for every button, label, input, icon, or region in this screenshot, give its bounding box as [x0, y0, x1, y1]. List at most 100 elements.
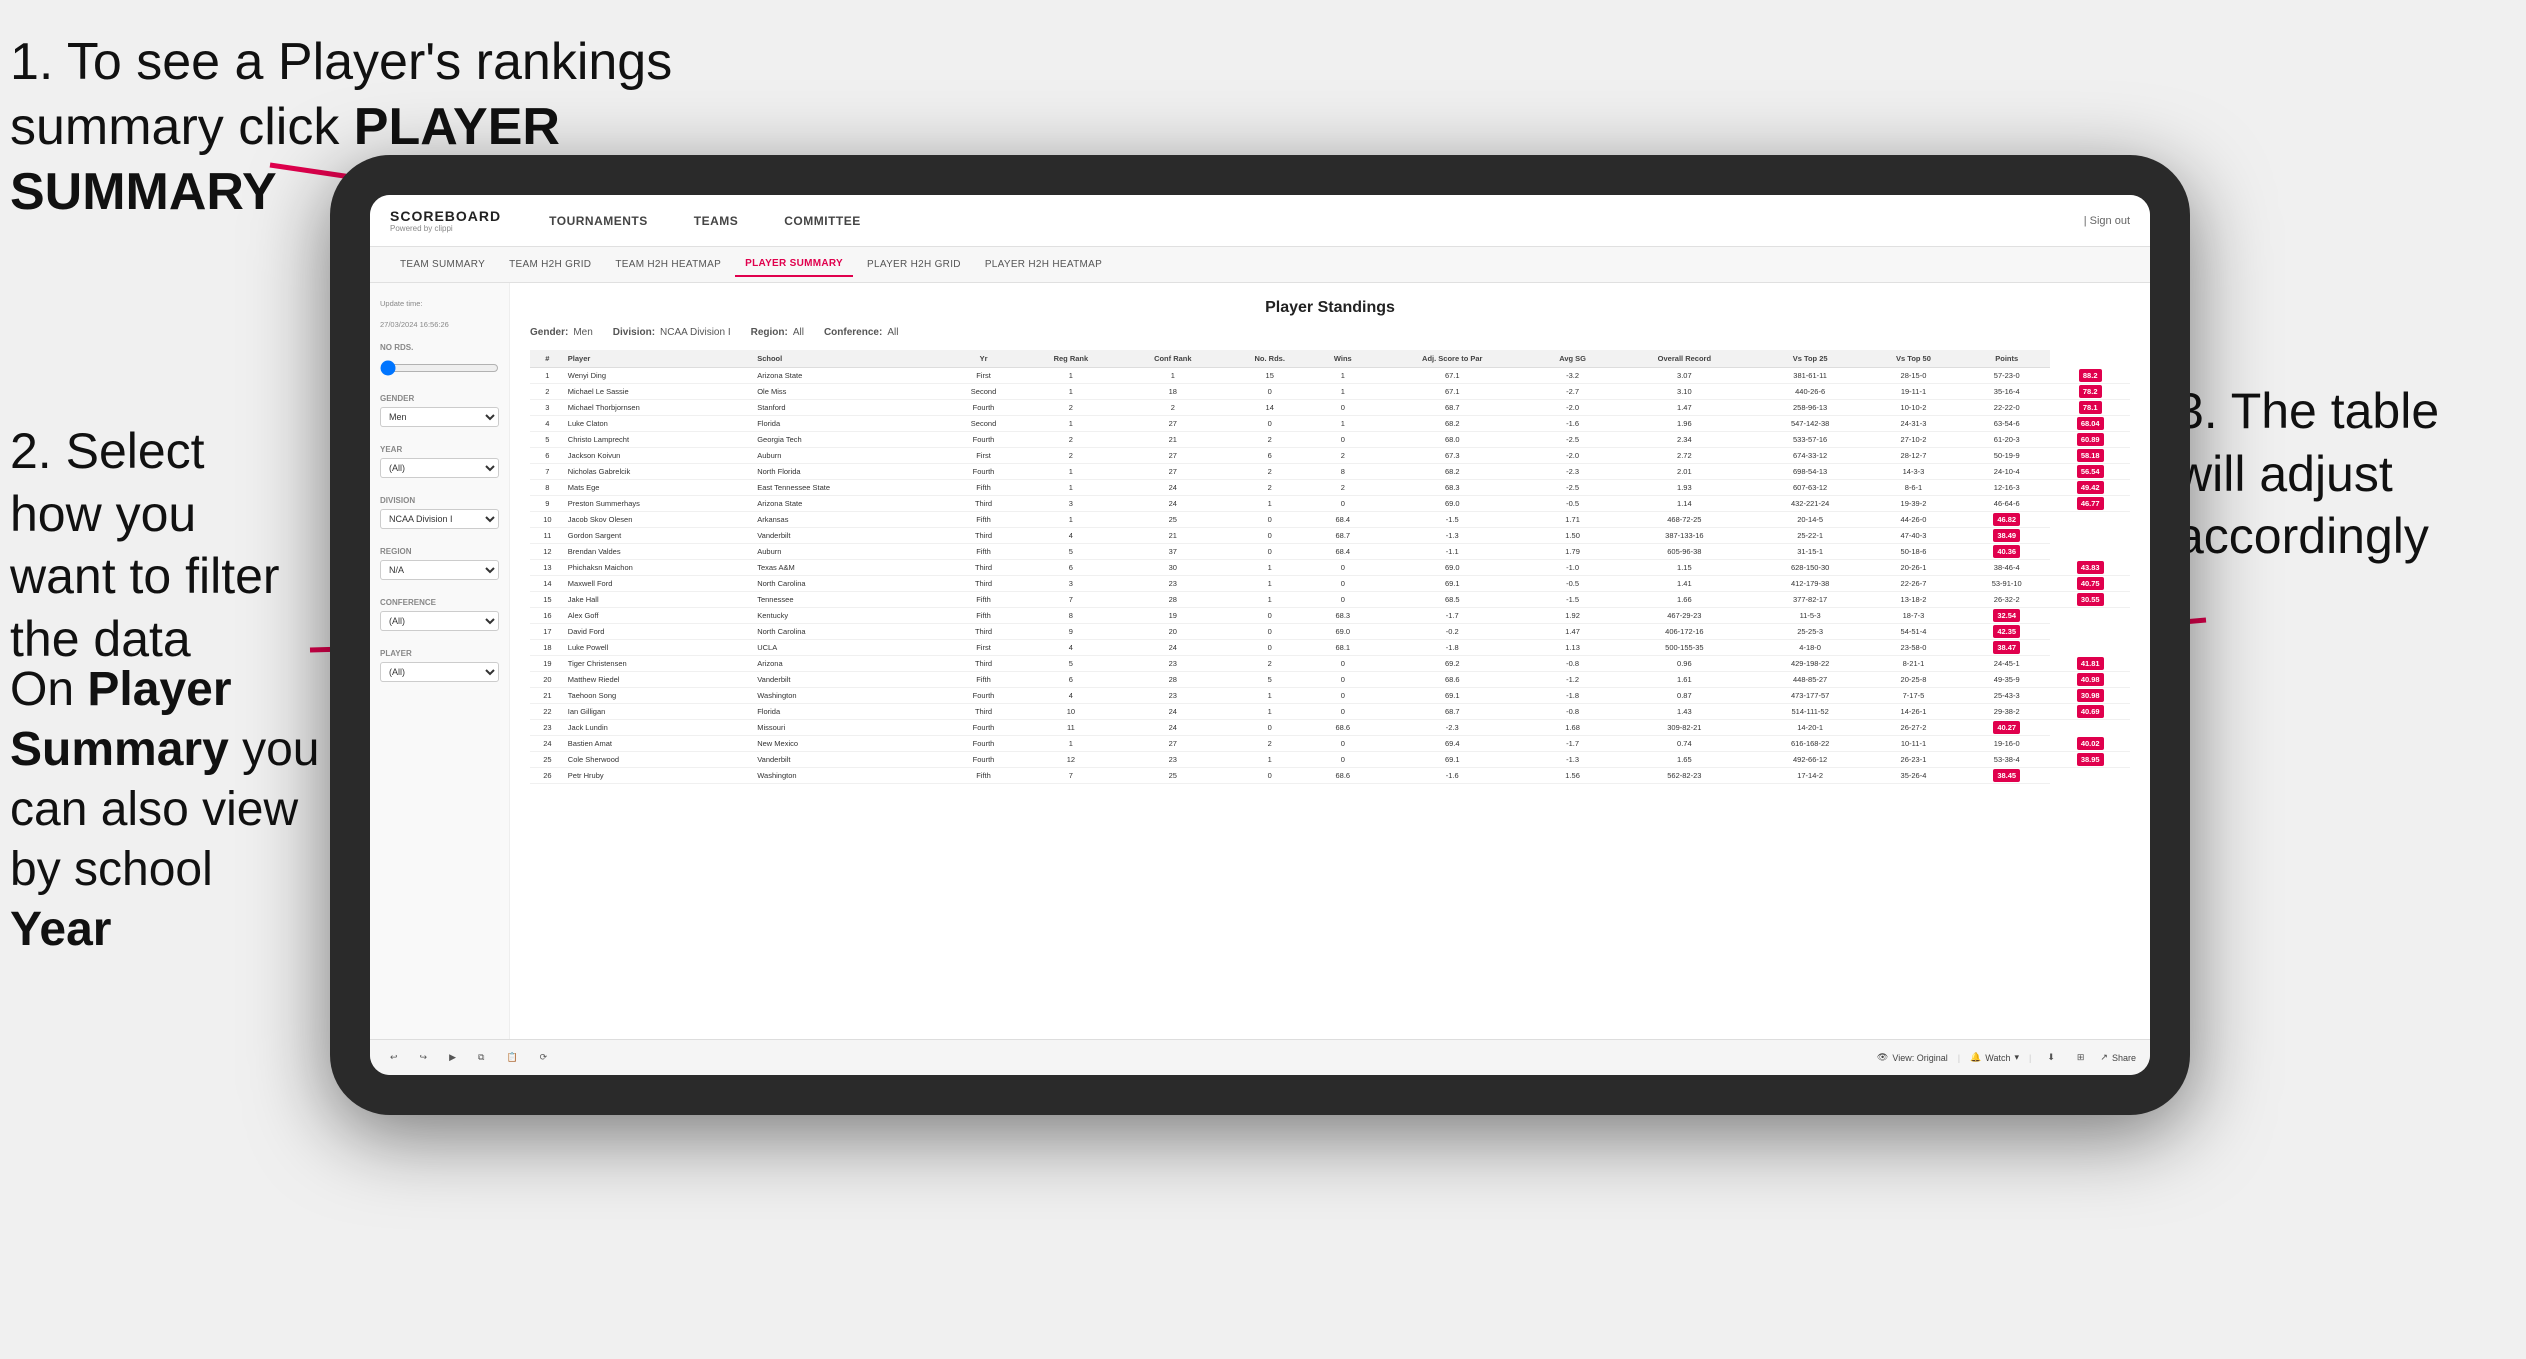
table-cell: 26-23-1	[1864, 752, 1963, 768]
toolbar-refresh[interactable]: ⟳	[534, 1049, 554, 1066]
table-cell: 35-26-4	[1864, 768, 1963, 784]
table-cell: Ole Miss	[754, 384, 945, 400]
table-cell: 309-82-21	[1612, 720, 1756, 736]
nav-teams[interactable]: TEAMS	[686, 210, 747, 232]
table-cell: Third	[945, 496, 1021, 512]
toolbar-redo[interactable]: ↪	[414, 1049, 434, 1066]
table-cell: New Mexico	[754, 736, 945, 752]
toolbar-share[interactable]: ↗ Share	[2100, 1052, 2136, 1063]
toolbar-copy[interactable]: ⧉	[472, 1049, 490, 1066]
table-cell: 43.83	[2050, 560, 2130, 576]
table-cell: 4	[1022, 688, 1120, 704]
table-cell: 440-26-6	[1756, 384, 1864, 400]
table-cell: -1.1	[1372, 544, 1533, 560]
table-cell: 23	[1120, 752, 1225, 768]
table-cell: -3.2	[1533, 368, 1613, 384]
col-overall: Overall Record	[1612, 350, 1756, 368]
toolbar-download[interactable]: ⬇	[2041, 1049, 2061, 1066]
table-cell: 11	[530, 528, 565, 544]
table-cell: 18	[1120, 384, 1225, 400]
filter-division: Division: NCAA Division I	[613, 327, 731, 338]
table-cell: 0	[1226, 512, 1314, 528]
table-cell: 1	[1120, 368, 1225, 384]
toolbar-undo[interactable]: ↩	[384, 1049, 404, 1066]
watch-label: Watch	[1985, 1053, 2010, 1063]
table-cell: 44-26-0	[1864, 512, 1963, 528]
no-rds-slider[interactable]	[380, 360, 499, 376]
table-cell: Maxwell Ford	[565, 576, 754, 592]
toolbar-watch[interactable]: 🔔 Watch ▾	[1970, 1052, 2019, 1063]
table-cell: 0	[1314, 752, 1372, 768]
table-cell: 67.3	[1372, 448, 1533, 464]
col-reg-rank: Reg Rank	[1022, 350, 1120, 368]
table-cell: 1	[1022, 736, 1120, 752]
table-cell: 2	[1022, 432, 1120, 448]
table-cell: Washington	[754, 768, 945, 784]
nav-committee[interactable]: COMMITTEE	[776, 210, 869, 232]
table-cell: 63-54-6	[1963, 416, 2050, 432]
table-cell: 2	[1022, 400, 1120, 416]
table-cell: 0	[1226, 640, 1314, 656]
table-cell: 1	[1314, 384, 1372, 400]
col-player: Player	[565, 350, 754, 368]
gender-select[interactable]: Men	[380, 407, 499, 427]
table-row: 22Ian GilliganFloridaThird10241068.7-0.8…	[530, 704, 2130, 720]
sub-nav-team-h2h-heatmap[interactable]: TEAM H2H HEATMAP	[605, 253, 731, 276]
region-select[interactable]: N/A	[380, 560, 499, 580]
conference-select[interactable]: (All)	[380, 611, 499, 631]
table-cell: 29-38-2	[1963, 704, 2050, 720]
table-cell: 674-33-12	[1756, 448, 1864, 464]
table-cell: 4	[1022, 528, 1120, 544]
table-cell: 23-58-0	[1864, 640, 1963, 656]
year-label: Year	[380, 445, 499, 454]
table-cell: Fourth	[945, 464, 1021, 480]
table-cell: 1.65	[1612, 752, 1756, 768]
toolbar-grid[interactable]: ⊞	[2071, 1049, 2091, 1066]
sub-nav-team-h2h-grid[interactable]: TEAM H2H GRID	[499, 253, 601, 276]
sign-in-link[interactable]: | Sign out	[2084, 215, 2130, 227]
table-cell: 3.10	[1612, 384, 1756, 400]
filter-row: Gender: Men Division: NCAA Division I Re…	[530, 327, 2130, 338]
filter-conference: Conference: All	[824, 327, 898, 338]
table-cell: 0.74	[1612, 736, 1756, 752]
top-nav: SCOREBOARD Powered by clippi TOURNAMENTS…	[370, 195, 2150, 247]
table-cell: 0.87	[1612, 688, 1756, 704]
table-cell: -1.3	[1533, 752, 1613, 768]
table-cell: 26-32-2	[1963, 592, 2050, 608]
year-select[interactable]: (All)	[380, 458, 499, 478]
table-cell: 1	[1226, 704, 1314, 720]
table-cell: 68.2	[1372, 464, 1533, 480]
division-select[interactable]: NCAA Division I	[380, 509, 499, 529]
table-cell: 2.34	[1612, 432, 1756, 448]
table-cell: 10-11-1	[1864, 736, 1963, 752]
table-row: 3Michael ThorbjornsenStanfordFourth22140…	[530, 400, 2130, 416]
table-cell: 5	[530, 432, 565, 448]
nav-tournaments[interactable]: TOURNAMENTS	[541, 210, 656, 232]
sub-nav-team-summary[interactable]: TEAM SUMMARY	[390, 253, 495, 276]
table-cell: 605-96-38	[1612, 544, 1756, 560]
table-cell: 1	[1022, 368, 1120, 384]
table-cell: -1.6	[1533, 416, 1613, 432]
toolbar-paste[interactable]: 📋	[500, 1049, 523, 1066]
update-time-label: Update time:	[380, 299, 499, 308]
sub-nav-player-h2h-heatmap[interactable]: PLAYER H2H HEATMAP	[975, 253, 1112, 276]
sidebar-update-section: Update time: 27/03/2024 16:56:26	[380, 299, 499, 329]
sub-nav-player-h2h-grid[interactable]: PLAYER H2H GRID	[857, 253, 971, 276]
table-cell: 24-10-4	[1963, 464, 2050, 480]
step4-text-pre: On	[10, 663, 87, 716]
table-cell: 46.77	[2050, 496, 2130, 512]
sub-nav-player-summary[interactable]: PLAYER SUMMARY	[735, 252, 853, 277]
table-cell: 22-26-7	[1864, 576, 1963, 592]
table-cell: Nicholas Gabrelcik	[565, 464, 754, 480]
table-cell: 1.71	[1533, 512, 1613, 528]
table-cell: 68.4	[1314, 544, 1372, 560]
table-cell: 14	[1226, 400, 1314, 416]
toolbar-forward[interactable]: ▶	[443, 1049, 462, 1066]
table-cell: -2.0	[1533, 448, 1613, 464]
player-select[interactable]: (All)	[380, 662, 499, 682]
table-cell: Missouri	[754, 720, 945, 736]
table-cell: 0	[1314, 704, 1372, 720]
table-cell: 27	[1120, 464, 1225, 480]
table-cell: 1	[1022, 464, 1120, 480]
table-cell: -0.5	[1533, 496, 1613, 512]
